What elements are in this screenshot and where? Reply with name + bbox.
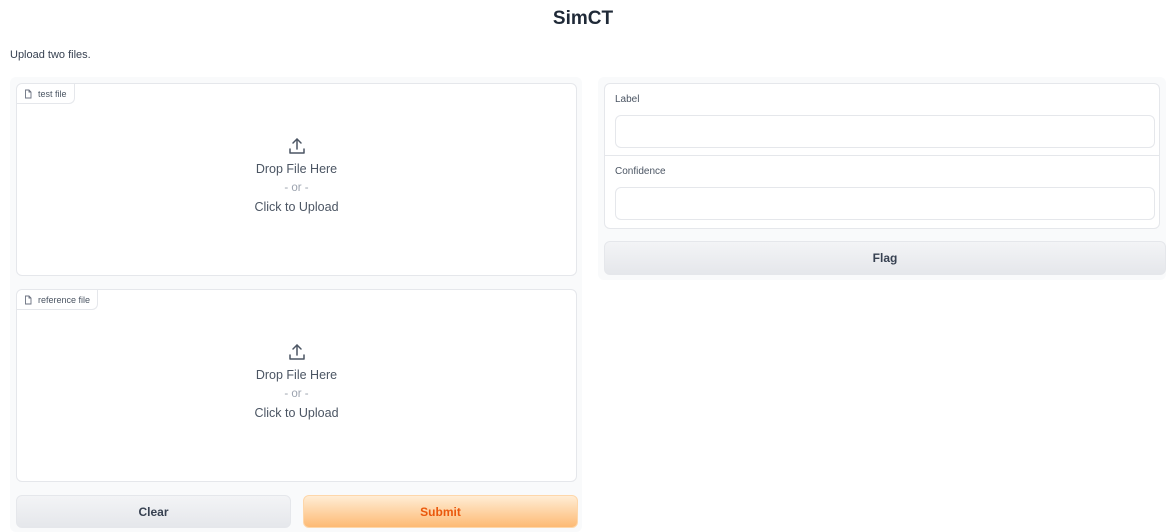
reference-file-drop-area[interactable]: Drop File Here - or - Click to Upload bbox=[17, 342, 576, 423]
output-panel: Label Confidence bbox=[604, 83, 1160, 229]
app-root: SimCT Upload two files. test file Drop F… bbox=[0, 0, 1166, 532]
drop-file-text: Drop File Here bbox=[255, 162, 338, 176]
or-separator: - or - bbox=[284, 388, 309, 400]
test-file-label-badge: test file bbox=[17, 84, 75, 104]
label-output-field[interactable] bbox=[615, 115, 1155, 148]
click-to-upload-text[interactable]: Click to Upload bbox=[254, 404, 338, 423]
test-file-label: test file bbox=[38, 88, 67, 99]
reference-file-upload[interactable]: reference file Drop File Here - or - Cli… bbox=[16, 289, 577, 482]
click-to-upload-text[interactable]: Click to Upload bbox=[254, 198, 338, 217]
output-column: Label Confidence Flag bbox=[598, 77, 1166, 280]
file-icon bbox=[23, 295, 33, 305]
divider bbox=[605, 155, 1159, 156]
reference-file-label-badge: reference file bbox=[17, 290, 99, 310]
file-icon bbox=[23, 89, 33, 99]
drop-file-text: Drop File Here bbox=[255, 368, 338, 382]
test-file-drop-area[interactable]: Drop File Here - or - Click to Upload bbox=[17, 136, 576, 217]
upload-arrow-icon bbox=[287, 342, 307, 362]
or-separator: - or - bbox=[284, 182, 309, 194]
reference-file-label: reference file bbox=[38, 294, 91, 305]
upload-arrow-icon bbox=[287, 136, 307, 156]
flag-button[interactable]: Flag bbox=[604, 241, 1166, 275]
input-column: test file Drop File Here - or - Click to… bbox=[10, 77, 582, 532]
confidence-output-title: Confidence bbox=[615, 166, 666, 177]
confidence-output-field[interactable] bbox=[615, 187, 1155, 220]
page-description: Upload two files. bbox=[10, 49, 91, 61]
label-output-title: Label bbox=[615, 94, 640, 105]
test-file-upload[interactable]: test file Drop File Here - or - Click to… bbox=[16, 83, 577, 276]
submit-button[interactable]: Submit bbox=[303, 495, 578, 528]
clear-button[interactable]: Clear bbox=[16, 495, 291, 528]
page-title: SimCT bbox=[552, 8, 614, 29]
